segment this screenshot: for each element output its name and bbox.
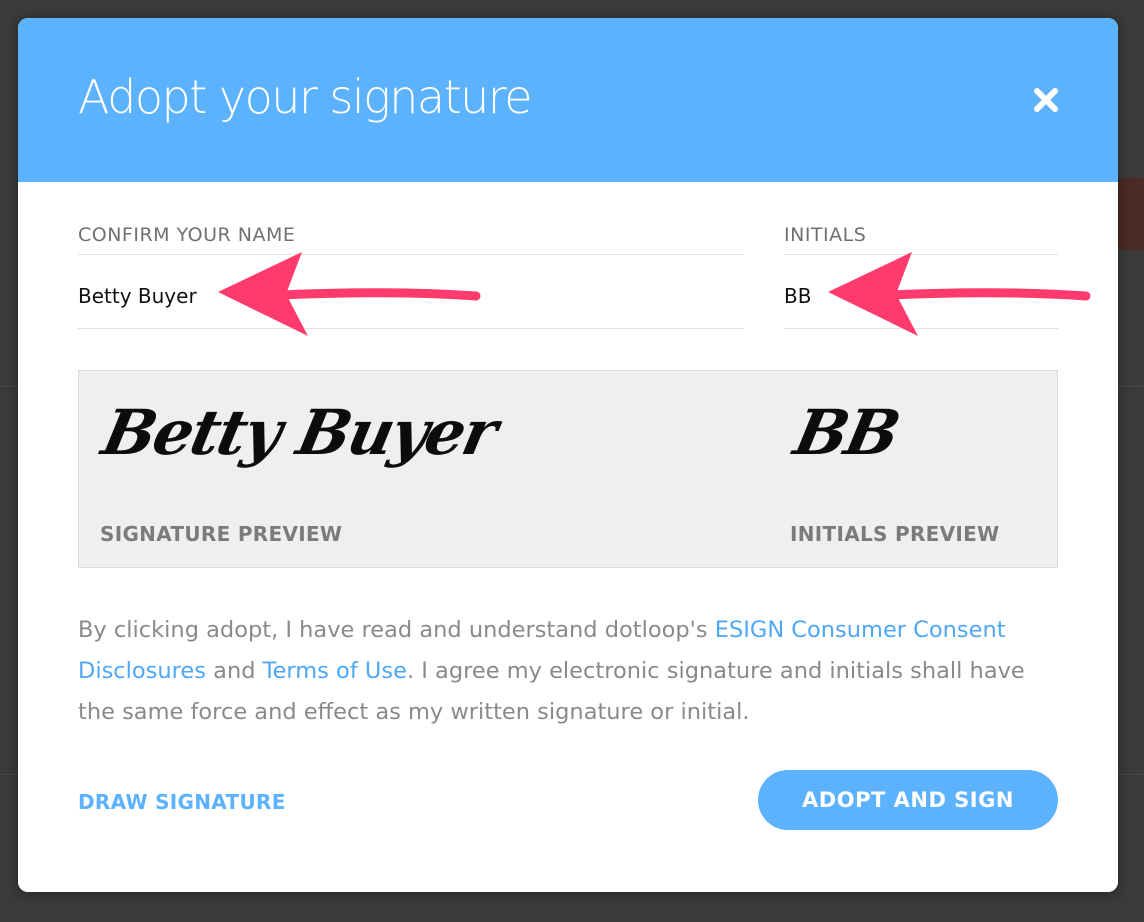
initials-preview: BB [788,396,905,469]
consent-text-part: By clicking adopt, I have read and under… [78,617,715,643]
divider [784,254,1058,255]
divider [78,254,744,255]
initials-input[interactable] [784,280,1044,312]
consent-text: By clicking adopt, I have read and under… [78,610,1038,733]
dialog-header: Adopt your signature [18,18,1118,182]
signature-preview-label: SIGNATURE PREVIEW [100,522,343,546]
initials-label: INITIALS [784,224,867,246]
adopt-signature-dialog: Adopt your signature CONFIRM YOUR NAME I… [18,18,1118,892]
name-input-underline [78,328,744,329]
signature-preview: Betty Buyer [96,396,503,469]
confirm-name-label: CONFIRM YOUR NAME [78,224,296,246]
dialog-title: Adopt your signature [78,70,533,124]
initials-input-underline [784,328,1058,329]
initials-preview-label: INITIALS PREVIEW [790,522,1000,546]
name-input[interactable] [78,280,678,312]
adopt-and-sign-button[interactable]: ADOPT AND SIGN [758,770,1058,830]
consent-text-part: and [206,658,263,684]
terms-of-use-link[interactable]: Terms of Use [263,658,407,684]
close-icon[interactable] [1028,82,1064,118]
draw-signature-link[interactable]: DRAW SIGNATURE [78,790,286,814]
